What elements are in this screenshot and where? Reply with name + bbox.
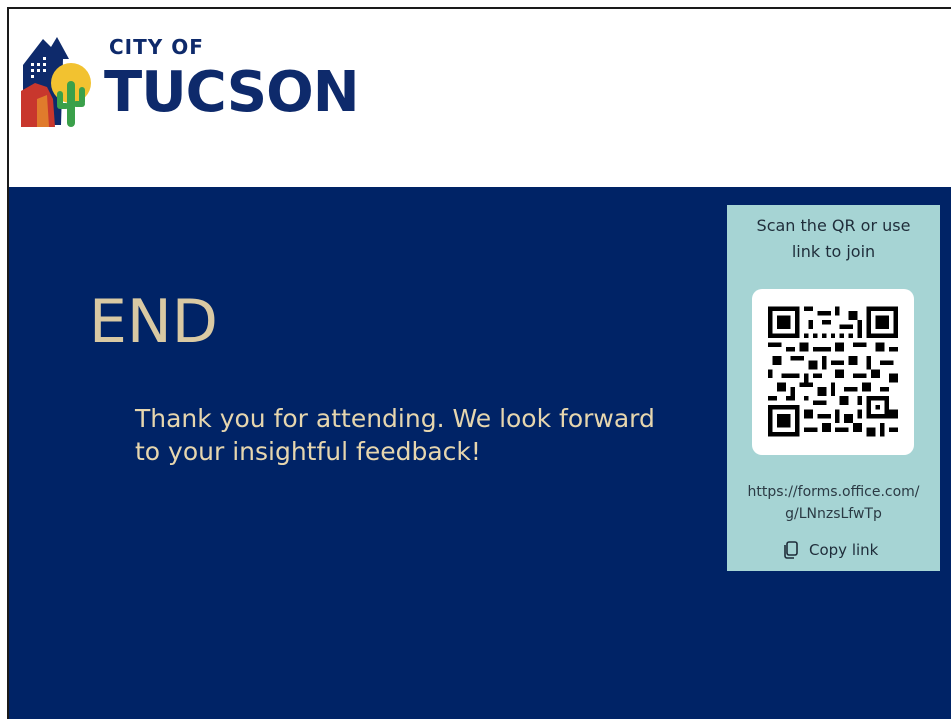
thank-you-message: Thank you for attending. We look forward… — [135, 404, 655, 466]
qr-join-panel: Scan the QR or use link to join https://… — [727, 205, 940, 571]
tucson-emblem-icon — [21, 37, 91, 127]
form-link-text[interactable]: https://forms.office.com/g/LNnzsLfwTp — [743, 481, 924, 525]
slide-title: END — [89, 287, 218, 357]
qr-code-icon[interactable] — [768, 303, 898, 440]
copy-icon — [784, 541, 798, 559]
copy-link-button[interactable]: Copy link — [783, 541, 878, 559]
qr-card — [752, 289, 914, 455]
slide-body: END Thank you for attending. We look for… — [9, 187, 951, 719]
header-band: CITY OF TUCSON — [9, 9, 951, 187]
logo-text-tucson: TUCSON — [104, 60, 360, 125]
qr-heading: Scan the QR or use link to join — [756, 216, 911, 261]
logo-text-city-of: CITY OF — [109, 35, 204, 59]
city-of-tucson-logo: CITY OF TUCSON — [17, 29, 360, 139]
slide-frame: CITY OF TUCSON END Thank you for attendi… — [7, 7, 951, 719]
copy-link-label: Copy link — [809, 541, 879, 559]
